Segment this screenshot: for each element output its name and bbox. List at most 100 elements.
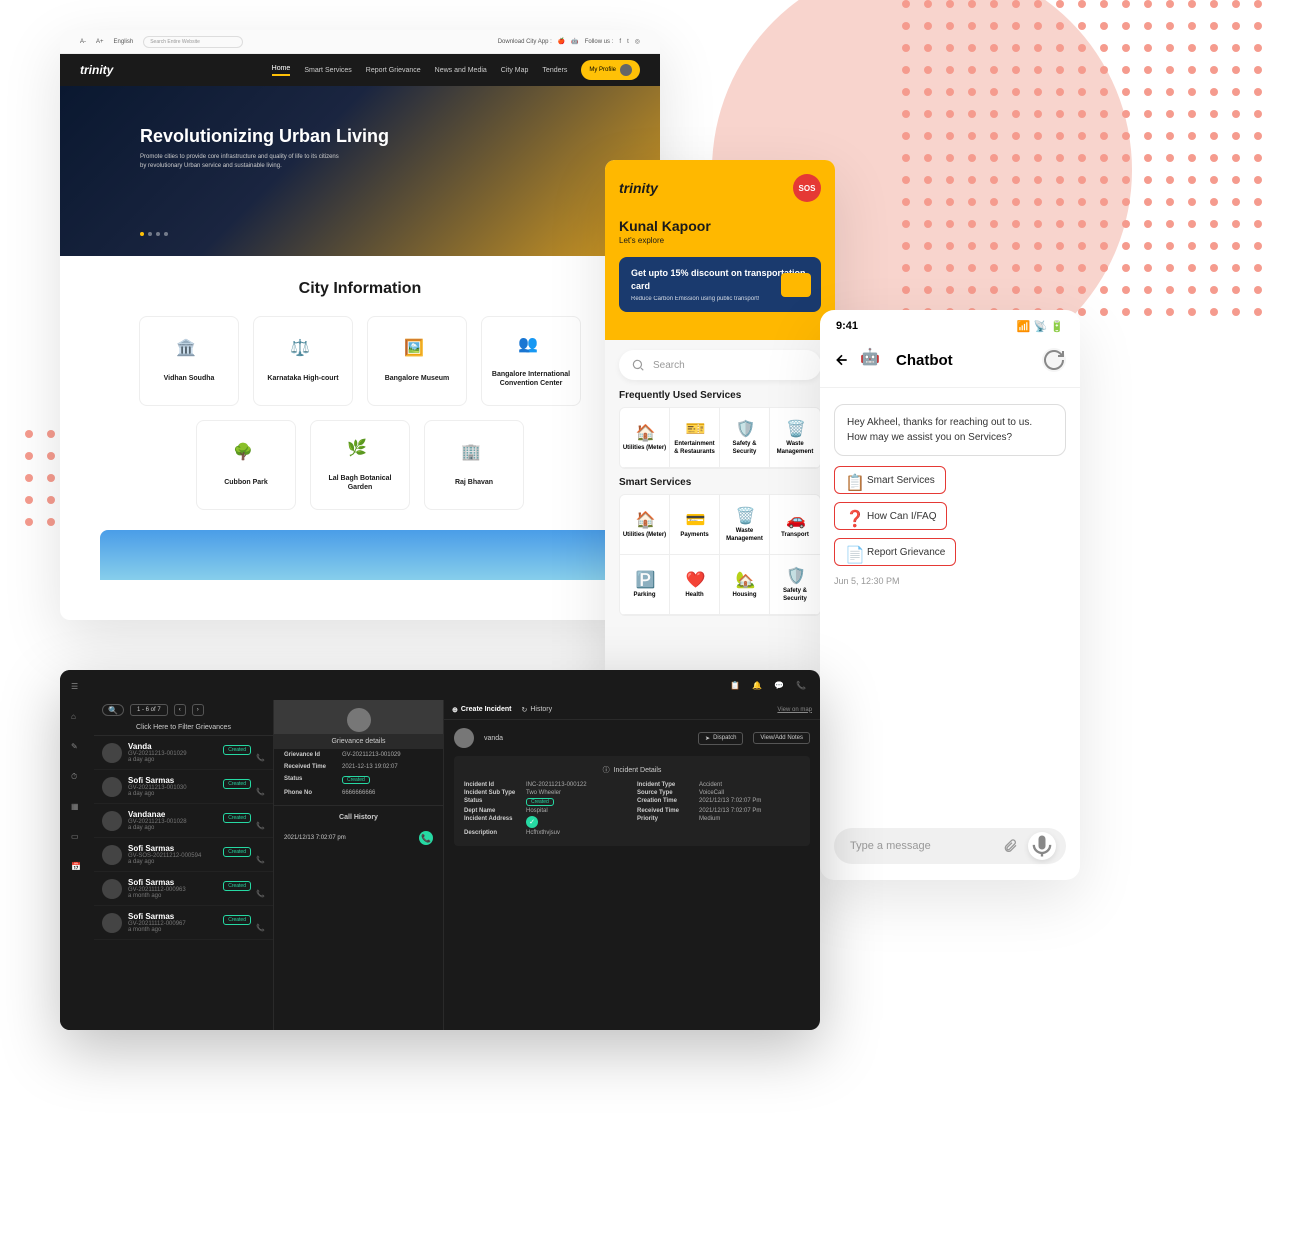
font-plus[interactable]: A+ [96, 39, 104, 45]
edit-icon[interactable]: ✎ [71, 742, 83, 754]
avatar [620, 64, 632, 76]
refresh-button[interactable] [1042, 348, 1066, 372]
chip-smart-services[interactable]: 📋Smart Services [834, 466, 946, 494]
incident-value: 2021/12/13 7:02:07 Pm [699, 798, 761, 806]
tile-waste[interactable]: 🗑️Waste Management [770, 408, 820, 468]
tile-housing[interactable]: 🏡Housing [720, 555, 770, 615]
android-icon[interactable]: 🤖 [571, 38, 578, 45]
tile-payments[interactable]: 💳Payments [670, 495, 720, 555]
list-item[interactable]: Vanda GV-20211213-001029 a day ago Creat… [94, 736, 273, 770]
notes-button[interactable]: View/Add Notes [753, 732, 810, 744]
chip-faq[interactable]: ❓How Can I/FAQ [834, 502, 947, 530]
phone-icon[interactable]: 📞 [256, 754, 265, 762]
chat-input[interactable]: Type a message [834, 828, 1066, 864]
meter-icon: 🏠 [636, 510, 654, 528]
dashboard-topbar: 📋 🔔 💬 📞 [94, 670, 820, 700]
phone-icon[interactable]: 📞 [256, 890, 265, 898]
language-selector[interactable]: English [114, 39, 134, 45]
nav-home[interactable]: Home [272, 65, 291, 76]
view-on-map-link[interactable]: View on map [777, 707, 812, 713]
list-item[interactable]: Sofi Sarmas GV-20211112-000963 a month a… [94, 872, 273, 906]
card-convention[interactable]: 👥Bangalore International Convention Cent… [481, 316, 581, 406]
incident-value: Medium [699, 816, 720, 828]
menu-icon[interactable]: ☰ [71, 682, 83, 694]
card-rajbhavan[interactable]: 🏢Raj Bhavan [424, 420, 524, 510]
card-lalbagh[interactable]: 🌿Lal Bagh Botanical Garden [310, 420, 410, 510]
nav-citymap[interactable]: City Map [501, 67, 529, 74]
phone-icon[interactable]: 📞 [256, 924, 265, 932]
list-item[interactable]: Sofi Sarmas GV-20211112-000967 a month a… [94, 906, 273, 940]
tile-entertainment[interactable]: 🎫Entertainment & Restaurants [670, 408, 720, 468]
hero-subtitle: Promote cities to provide core infrastru… [140, 153, 340, 171]
incident-key: Priority [637, 816, 699, 828]
filter-title[interactable]: Click Here to Filter Grievances [94, 720, 273, 736]
incident-kv: StatusCreated [464, 798, 627, 806]
search-pill[interactable]: 🔍 [102, 704, 124, 716]
call-button[interactable]: 📞 [419, 831, 433, 845]
avatar [102, 913, 122, 933]
phone-icon[interactable]: 📞 [256, 856, 265, 864]
sos-button[interactable]: SOS [793, 174, 821, 202]
bell-icon[interactable]: 🔔 [752, 681, 762, 690]
nav-report[interactable]: Report Grievance [366, 67, 421, 74]
tile-waste2[interactable]: 🗑️Waste Management [720, 495, 770, 555]
tile-utilities[interactable]: 🏠Utilities (Meter) [620, 408, 670, 468]
received-label: Received Time [284, 764, 342, 770]
next-page[interactable]: › [192, 704, 204, 716]
trinity-logo[interactable]: trinity [80, 63, 113, 77]
phone-icon[interactable]: 📞 [256, 788, 265, 796]
phone-icon[interactable]: 📞 [256, 822, 265, 830]
list-item[interactable]: Sofi Sarmas GV-SOS-20211212-000594 a day… [94, 838, 273, 872]
card-highcourt[interactable]: ⚖️Karnataka High-court [253, 316, 353, 406]
calendar-icon[interactable]: 📅 [71, 862, 83, 874]
nav-tenders[interactable]: Tenders [542, 67, 567, 74]
avatar [102, 777, 122, 797]
call-history-title: Call History [274, 805, 443, 827]
pager-label: 1 - 6 of 7 [130, 704, 168, 716]
phone-icon[interactable]: 📞 [796, 681, 806, 690]
tile-utilities2[interactable]: 🏠Utilities (Meter) [620, 495, 670, 555]
dispatch-button[interactable]: ➤Dispatch [698, 732, 743, 745]
mobile-logo[interactable]: trinity [619, 180, 658, 196]
profile-button[interactable]: My Profile [581, 60, 640, 80]
mobile-search[interactable]: Search [619, 350, 821, 380]
home-icon[interactable]: ⌂ [71, 712, 83, 724]
tile-health[interactable]: ❤️Health [670, 555, 720, 615]
font-minus[interactable]: A- [80, 39, 86, 45]
card-icon[interactable]: ▭ [71, 832, 83, 844]
sky-image [100, 530, 620, 580]
tile-parking[interactable]: 🅿️Parking [620, 555, 670, 615]
shield-icon: 🛡️ [736, 419, 754, 437]
list-item[interactable]: Vandanae GV-20211213-001028 a day ago Cr… [94, 804, 273, 838]
tile-safety[interactable]: 🛡️Safety & Security [720, 408, 770, 468]
tab-create-incident[interactable]: ⊕Create Incident [452, 706, 511, 714]
prev-page[interactable]: ‹ [174, 704, 186, 716]
clipboard-icon[interactable]: 📋 [730, 681, 740, 690]
grid-icon[interactable]: ▦ [71, 802, 83, 814]
tab-history[interactable]: ↻History [521, 706, 552, 714]
card-vidhan-soudha[interactable]: 🏛️Vidhan Soudha [139, 316, 239, 406]
list-item[interactable]: Sofi Sarmas GV-20211213-001030 a day ago… [94, 770, 273, 804]
instagram-icon[interactable]: ◎ [635, 38, 640, 45]
call-time: 2021/12/13 7:02:07 pm [284, 835, 346, 841]
tile-transport[interactable]: 🚗Transport [770, 495, 820, 555]
website-search-input[interactable]: Search Entire Website [143, 36, 243, 48]
chat-icon[interactable]: 💬 [774, 681, 784, 690]
profile-button-label: My Profile [589, 67, 616, 73]
apple-icon[interactable]: 🍎 [558, 38, 565, 45]
nav-smart-services[interactable]: Smart Services [304, 67, 351, 74]
carousel-dots[interactable] [140, 232, 168, 236]
bot-message: Hey Akheel, thanks for reaching out to u… [834, 404, 1066, 456]
clock-icon[interactable]: ⏱ [71, 772, 83, 784]
card-museum[interactable]: 🖼️Bangalore Museum [367, 316, 467, 406]
chip-report[interactable]: 📄Report Grievance [834, 538, 956, 566]
back-icon[interactable] [834, 352, 850, 368]
twitter-icon[interactable]: t [627, 39, 629, 45]
promo-card[interactable]: Get upto 15% discount on transportation … [619, 257, 821, 312]
nav-news[interactable]: News and Media [435, 67, 487, 74]
facebook-icon[interactable]: f [619, 39, 621, 45]
attachment-icon[interactable] [1002, 838, 1018, 854]
tile-safety2[interactable]: 🛡️Safety & Security [770, 555, 820, 615]
card-cubbon-park[interactable]: 🌳Cubbon Park [196, 420, 296, 510]
mic-button[interactable] [1028, 832, 1056, 860]
